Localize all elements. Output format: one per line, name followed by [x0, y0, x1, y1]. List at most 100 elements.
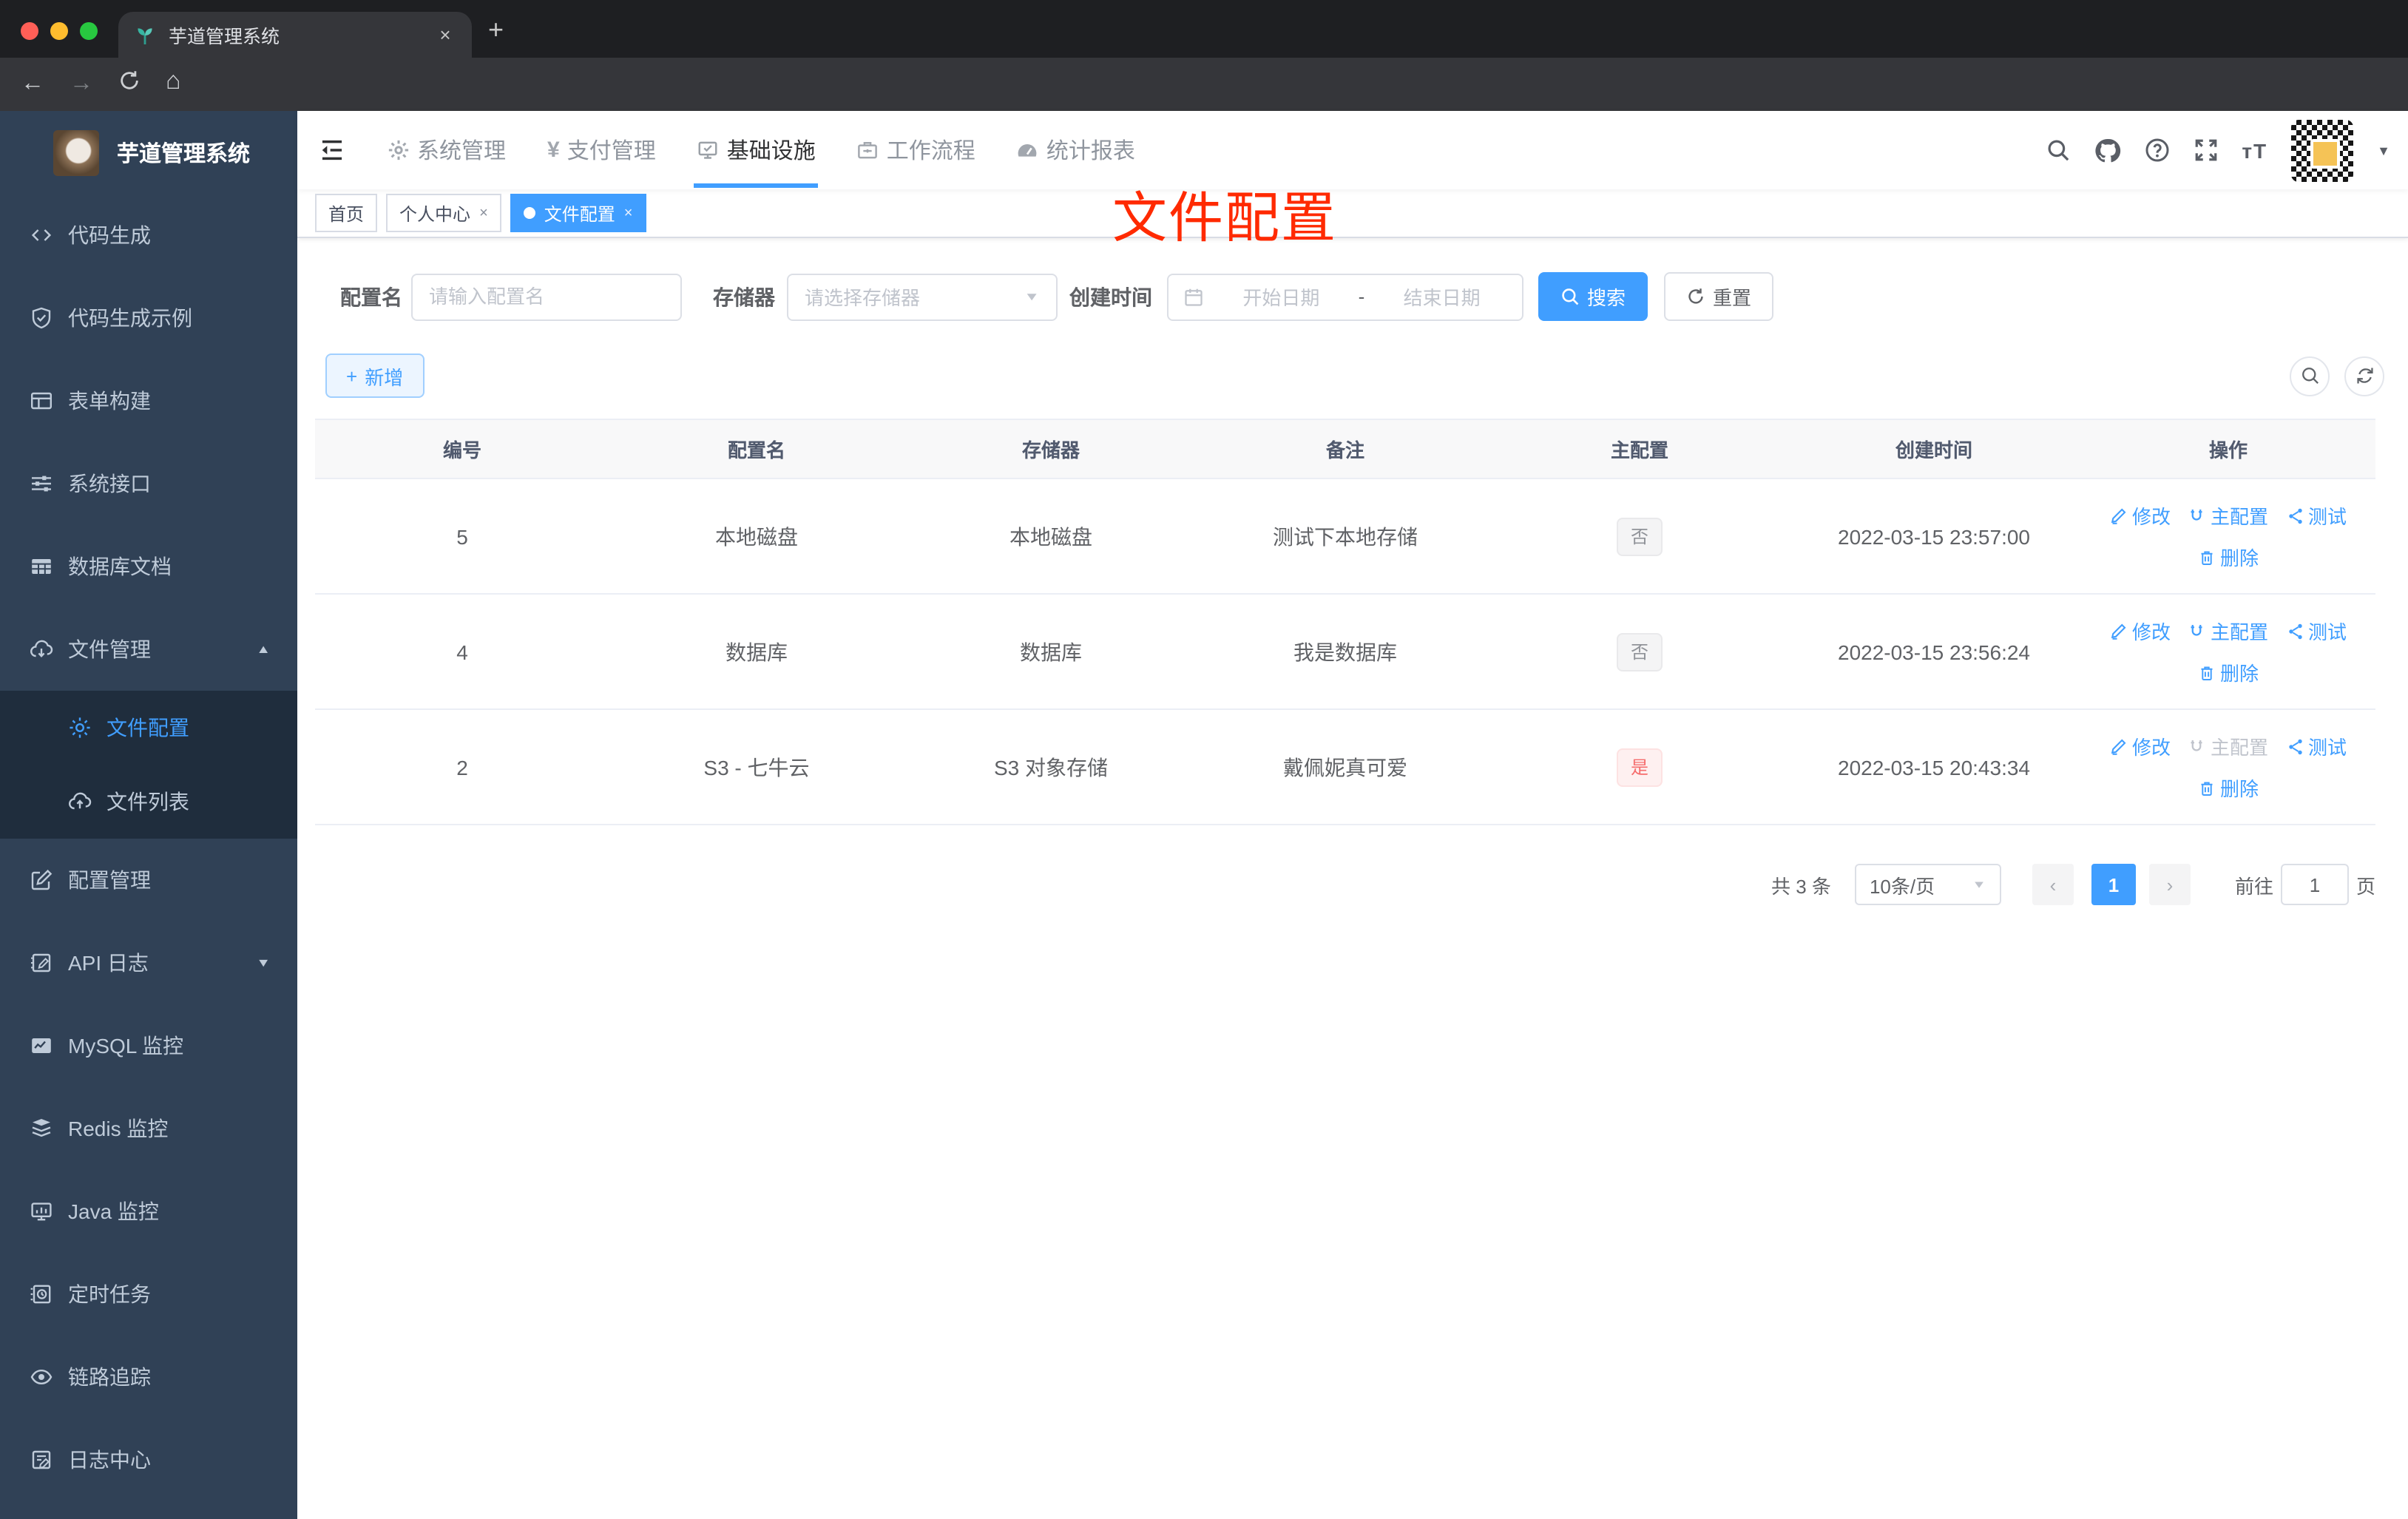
sidebar-item-scheduled-jobs[interactable]: 定时任务 — [0, 1253, 297, 1336]
tag-file-config[interactable]: 文件配置 × — [510, 194, 646, 232]
name-filter-input[interactable] — [411, 273, 682, 320]
col-storage: 存储器 — [904, 419, 1198, 479]
search-icon[interactable] — [2045, 138, 2070, 163]
sidebar: 芋道管理系统 代码生成 代码生成示例 表单构建 系统接口 数据库文档 文件管理 … — [0, 111, 297, 1519]
database-doc-icon — [32, 559, 51, 574]
share-nodes-icon — [2288, 623, 2302, 639]
close-icon[interactable]: × — [479, 205, 488, 221]
table-row: 2 S3 - 七牛云 S3 对象存储 戴佩妮真可爱 是 2022-03-15 2… — [315, 709, 2375, 825]
sidebar-item-log-center[interactable]: 日志中心 — [0, 1418, 297, 1501]
topnav-pay-manage[interactable]: ¥ 支付管理 — [547, 111, 656, 189]
app-title: 芋道管理系统 — [117, 141, 251, 166]
sidebar-item-file-list[interactable]: 文件列表 — [0, 765, 297, 839]
tab-close-icon[interactable]: × — [433, 24, 457, 46]
edit-action[interactable]: 修改 — [2110, 617, 2171, 645]
col-remark: 备注 — [1198, 419, 1492, 479]
set-primary-action[interactable]: 主配置 — [2188, 617, 2268, 645]
sidebar-collapse-icon[interactable] — [318, 136, 346, 164]
edit-icon — [2111, 738, 2127, 754]
new-tab-button[interactable]: + — [488, 16, 504, 43]
sprout-favicon-icon — [138, 27, 152, 44]
sidebar-item-api-log[interactable]: API 日志 ▼ — [0, 921, 297, 1004]
delete-action[interactable]: 删除 — [2198, 774, 2259, 802]
fullscreen-icon[interactable] — [2193, 138, 2218, 163]
sidebar-item-code-gen[interactable]: 代码生成 — [0, 194, 297, 277]
test-action[interactable]: 测试 — [2286, 617, 2347, 645]
sidebar-item-mysql-monitor[interactable]: MySQL 监控 — [0, 1004, 297, 1087]
test-action[interactable]: 测试 — [2286, 501, 2347, 530]
reload-icon[interactable] — [118, 70, 141, 92]
sidebar-item-file-manage[interactable]: 文件管理 ▲ — [0, 608, 297, 691]
share-nodes-icon — [2288, 507, 2302, 524]
forward-icon[interactable]: → — [70, 71, 93, 98]
search-button[interactable]: 搜索 — [1538, 272, 1648, 321]
home-icon[interactable]: ⌂ — [166, 67, 181, 95]
yen-icon: ¥ — [547, 138, 560, 163]
storage-filter-select[interactable]: 请选择存储器 ▼ — [787, 273, 1058, 320]
sidebar-item-tracing[interactable]: 链路追踪 — [0, 1336, 297, 1418]
sidebar-item-code-demo[interactable]: 代码生成示例 — [0, 277, 297, 359]
browser-tab[interactable]: 芋道管理系统 × — [118, 12, 472, 58]
sidebar-item-redis-monitor[interactable]: Redis 监控 — [0, 1087, 297, 1170]
search-icon — [1562, 288, 1579, 305]
sidebar-logo[interactable]: 芋道管理系统 — [0, 111, 297, 194]
edit-action[interactable]: 修改 — [2110, 501, 2171, 530]
page-size-select[interactable]: 10条/页 ▼ — [1854, 864, 2001, 905]
caret-down-icon[interactable]: ▼ — [2377, 143, 2390, 158]
cell-id: 2 — [315, 709, 609, 825]
tag-home[interactable]: 首页 — [315, 194, 378, 232]
github-icon[interactable] — [2094, 137, 2120, 163]
topnav-report[interactable]: 统计报表 — [1017, 111, 1135, 189]
reset-button[interactable]: 重置 — [1664, 272, 1774, 321]
current-page-button[interactable]: 1 — [2091, 864, 2136, 905]
date-end-placeholder[interactable]: 结束日期 — [1376, 283, 1507, 311]
magnet-icon — [2191, 624, 2203, 635]
sidebar-item-system-api[interactable]: 系统接口 — [0, 442, 297, 525]
set-primary-action[interactable]: 主配置 — [2188, 501, 2268, 530]
sidebar-item-db-doc[interactable]: 数据库文档 — [0, 525, 297, 608]
refresh-icon — [1688, 288, 1703, 304]
avatar[interactable] — [2291, 119, 2354, 181]
cell-created: 2022-03-15 20:43:34 — [1787, 709, 2081, 825]
edit-icon — [2111, 623, 2127, 639]
next-page-button[interactable]: › — [2148, 864, 2191, 905]
close-window-button[interactable] — [21, 22, 38, 40]
sidebar-item-file-config[interactable]: 文件配置 — [0, 691, 297, 765]
sidebar-item-java-monitor[interactable]: Java 监控 — [0, 1170, 297, 1253]
help-icon[interactable] — [2144, 138, 2169, 163]
prev-page-button[interactable]: ‹ — [2032, 864, 2074, 905]
col-id: 编号 — [315, 419, 609, 479]
delete-action[interactable]: 删除 — [2198, 543, 2259, 571]
refresh-icon — [2356, 368, 2373, 384]
cell-created: 2022-03-15 23:57:00 — [1787, 478, 2081, 595]
logo-avatar — [53, 129, 99, 175]
goto-page-input[interactable] — [2280, 864, 2349, 905]
minimize-window-button[interactable] — [50, 22, 68, 40]
topnav-system-manage[interactable]: 系统管理 — [388, 111, 506, 189]
tags-view-bar: 首页 个人中心 × 文件配置 × — [297, 189, 2408, 238]
cell-storage: 本地磁盘 — [904, 478, 1198, 595]
show-search-toggle-button[interactable] — [2290, 356, 2330, 396]
tag-profile[interactable]: 个人中心 × — [386, 194, 501, 232]
sidebar-item-config-manage[interactable]: 配置管理 — [0, 839, 297, 921]
window-controls[interactable] — [21, 22, 98, 40]
add-button[interactable]: + 新增 — [325, 353, 425, 398]
redis-monitor-icon — [32, 1119, 51, 1137]
zoom-window-button[interactable] — [80, 22, 98, 40]
topnav-workflow[interactable]: 工作流程 — [857, 111, 975, 189]
date-range-picker[interactable]: 开始日期 - 结束日期 — [1167, 273, 1523, 320]
refresh-table-button[interactable] — [2344, 356, 2384, 396]
filter-form: 配置名 存储器 请选择存储器 ▼ 创建时间 开始日期 - 结束日期 — [340, 272, 2375, 321]
sidebar-item-form-builder[interactable]: 表单构建 — [0, 359, 297, 442]
delete-action[interactable]: 删除 — [2198, 658, 2259, 686]
date-start-placeholder[interactable]: 开始日期 — [1216, 283, 1347, 311]
back-icon[interactable]: ← — [21, 71, 44, 98]
table-row: 5 本地磁盘 本地磁盘 测试下本地存储 否 2022-03-15 23:57:0… — [315, 478, 2375, 595]
col-primary: 主配置 — [1492, 419, 1787, 479]
fontsize-icon[interactable]: тT — [2242, 138, 2267, 162]
trash-icon — [2201, 781, 2213, 795]
close-icon[interactable]: × — [624, 205, 633, 221]
topnav-infrastructure[interactable]: 基础设施 — [694, 111, 819, 189]
edit-action[interactable]: 修改 — [2110, 732, 2171, 760]
test-action[interactable]: 测试 — [2286, 732, 2347, 760]
